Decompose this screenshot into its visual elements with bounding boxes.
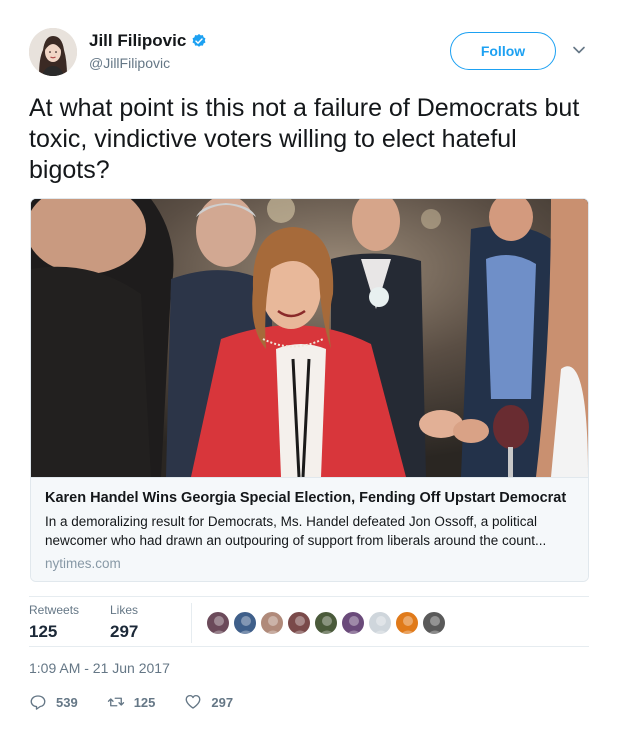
card-body[interactable]: Karen Handel Wins Georgia Special Electi… xyxy=(31,477,588,581)
liker-avatar[interactable] xyxy=(422,611,446,635)
follow-button[interactable]: Follow xyxy=(450,32,556,70)
reply-button[interactable]: 539 xyxy=(29,693,78,711)
liker-avatar[interactable] xyxy=(395,611,419,635)
card-description: In a demoralizing result for Democrats, … xyxy=(45,514,547,548)
retweets-count: 125 xyxy=(29,622,58,641)
retweets-label: Retweets xyxy=(29,603,80,617)
like-button[interactable]: 297 xyxy=(184,693,233,711)
reply-count: 539 xyxy=(56,694,78,710)
tweet-text: At what point is this not a failure of D… xyxy=(29,94,580,184)
liker-avatar[interactable] xyxy=(341,611,365,635)
author-handle[interactable]: @JillFilipovic xyxy=(89,55,207,71)
likes-stat[interactable]: Likes 297 xyxy=(110,603,138,642)
liker-avatars xyxy=(206,611,446,635)
liker-avatar[interactable] xyxy=(206,611,230,635)
liker-avatar[interactable] xyxy=(287,611,311,635)
likes-count: 297 xyxy=(110,622,139,641)
author-display-name[interactable]: Jill Filipovic xyxy=(89,31,186,51)
author-avatar[interactable] xyxy=(29,28,77,76)
liker-avatar[interactable] xyxy=(368,611,392,635)
liker-avatar[interactable] xyxy=(260,611,284,635)
author-info: Jill Filipovic @JillFilipovic xyxy=(89,31,207,71)
divider xyxy=(29,646,589,647)
liker-avatar[interactable] xyxy=(314,611,338,635)
tweet-timestamp[interactable]: 1:09 AM - 21 Jun 2017 xyxy=(29,660,170,676)
retweet-icon xyxy=(107,697,124,707)
verified-badge-icon xyxy=(192,34,206,47)
card-image[interactable] xyxy=(31,199,588,477)
like-count: 297 xyxy=(211,694,234,710)
reply-icon xyxy=(30,695,46,710)
card-title[interactable]: Karen Handel Wins Georgia Special Electi… xyxy=(45,490,574,506)
stats-divider xyxy=(191,603,192,643)
liker-avatar[interactable] xyxy=(233,611,257,635)
likes-label: Likes xyxy=(110,603,139,617)
chevron-down-icon[interactable] xyxy=(572,43,586,57)
retweet-count: 125 xyxy=(133,694,156,710)
tweet-actions: 539 125 297 xyxy=(29,693,262,711)
link-card[interactable]: Karen Handel Wins Georgia Special Electi… xyxy=(30,198,589,582)
retweet-button[interactable]: 125 xyxy=(107,693,156,711)
tweet-header: Jill Filipovic @JillFilipovic Follow xyxy=(29,28,594,80)
card-domain: nytimes.com xyxy=(45,556,121,571)
heart-icon xyxy=(185,694,201,709)
divider xyxy=(29,596,589,597)
retweets-stat[interactable]: Retweets 125 xyxy=(29,603,79,642)
